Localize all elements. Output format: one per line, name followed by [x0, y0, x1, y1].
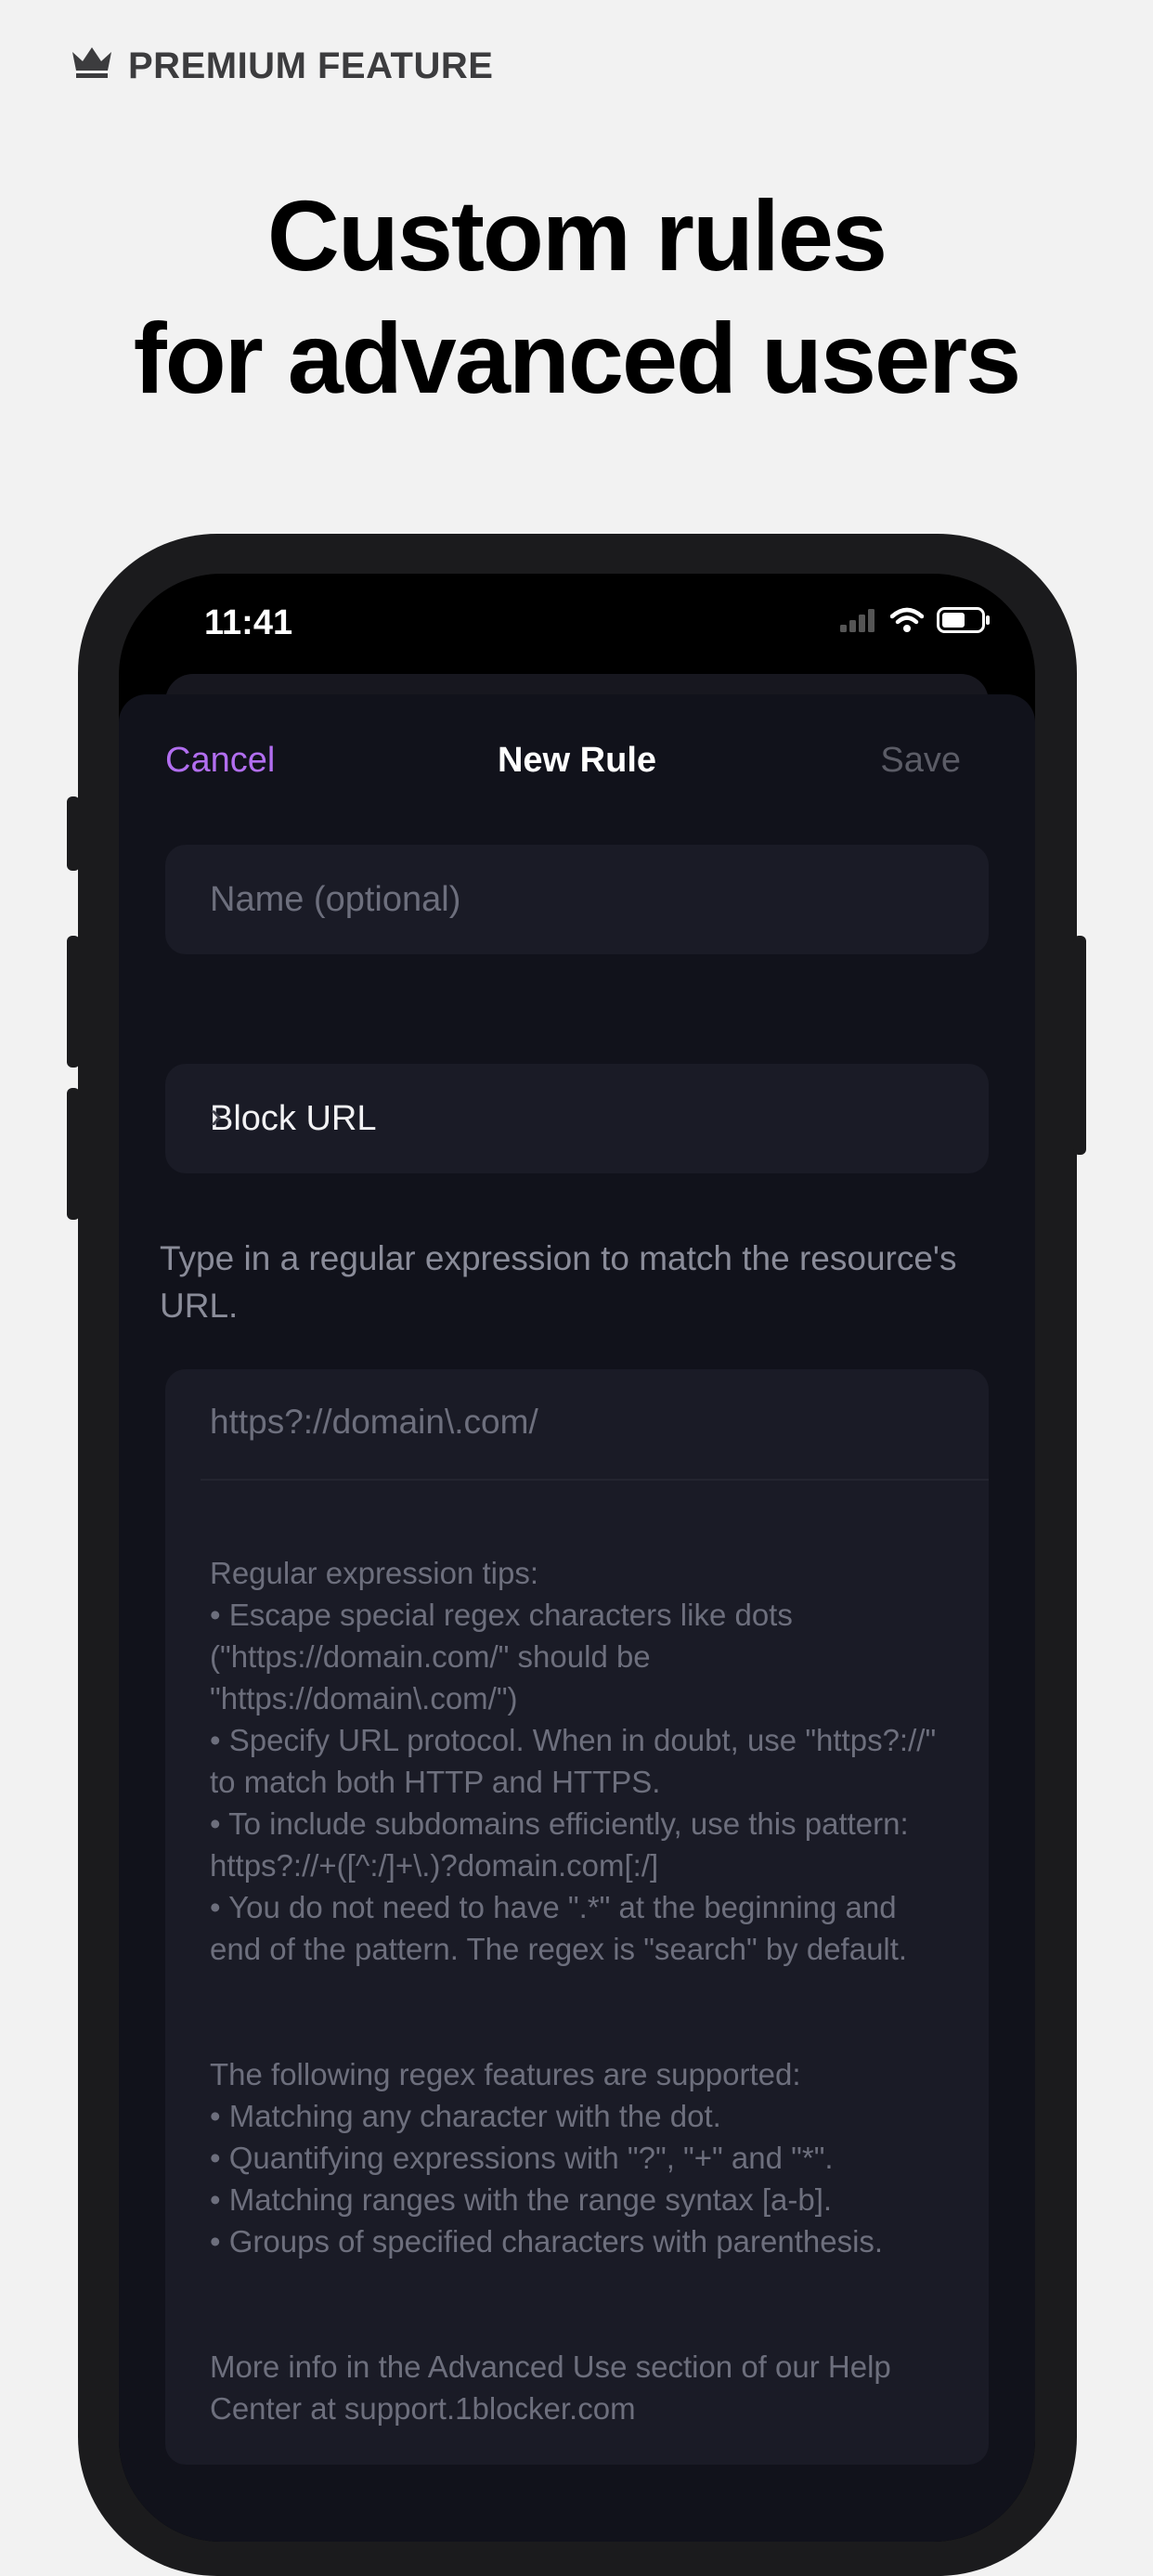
premium-badge-label: PREMIUM FEATURE — [128, 45, 494, 86]
premium-badge: PREMIUM FEATURE — [71, 45, 493, 87]
status-time: 11:41 — [204, 603, 293, 642]
power-button — [1073, 936, 1086, 1155]
help-center-info: More info in the Advanced Use section of… — [210, 2349, 891, 2426]
signal-icon — [840, 608, 877, 637]
phone-screen: 11:41 Cancel New Rule Save Name (optiona… — [119, 574, 1035, 2542]
mute-switch — [67, 796, 80, 871]
rule-type-row[interactable]: Block URL › — [165, 1064, 989, 1173]
divider — [201, 1479, 989, 1481]
name-field[interactable]: Name (optional) — [165, 845, 989, 954]
headline-line-2: for advanced users — [133, 302, 1021, 414]
nav-bar: Cancel New Rule Save — [119, 694, 1035, 824]
notch — [347, 574, 807, 639]
new-rule-sheet: Cancel New Rule Save Name (optional) Blo… — [119, 694, 1035, 2542]
battery-icon — [937, 607, 991, 638]
wifi-icon — [889, 607, 925, 638]
regex-input[interactable]: https?://domain\.com/ — [210, 1403, 538, 1442]
regex-tips: Regular expression tips: • Escape specia… — [210, 1510, 952, 2513]
status-icons — [840, 607, 991, 638]
volume-up-button — [67, 936, 80, 1068]
crown-icon — [71, 45, 113, 87]
page-headline: Custom rules for advanced users — [0, 175, 1153, 420]
regex-description: Type in a regular expression to match th… — [160, 1239, 957, 1325]
name-field-placeholder: Name (optional) — [210, 880, 461, 919]
volume-down-button — [67, 1088, 80, 1220]
regex-supported-features: The following regex features are support… — [210, 2057, 884, 2259]
regex-tips-intro: Regular expression tips: • Escape specia… — [210, 1556, 937, 1966]
headline-line-1: Custom rules — [266, 179, 887, 291]
regex-field-group: https?://domain\.com/ Regular expression… — [165, 1369, 989, 2465]
save-button[interactable]: Save — [880, 741, 961, 781]
chevron-right-icon: › — [210, 1095, 223, 1136]
